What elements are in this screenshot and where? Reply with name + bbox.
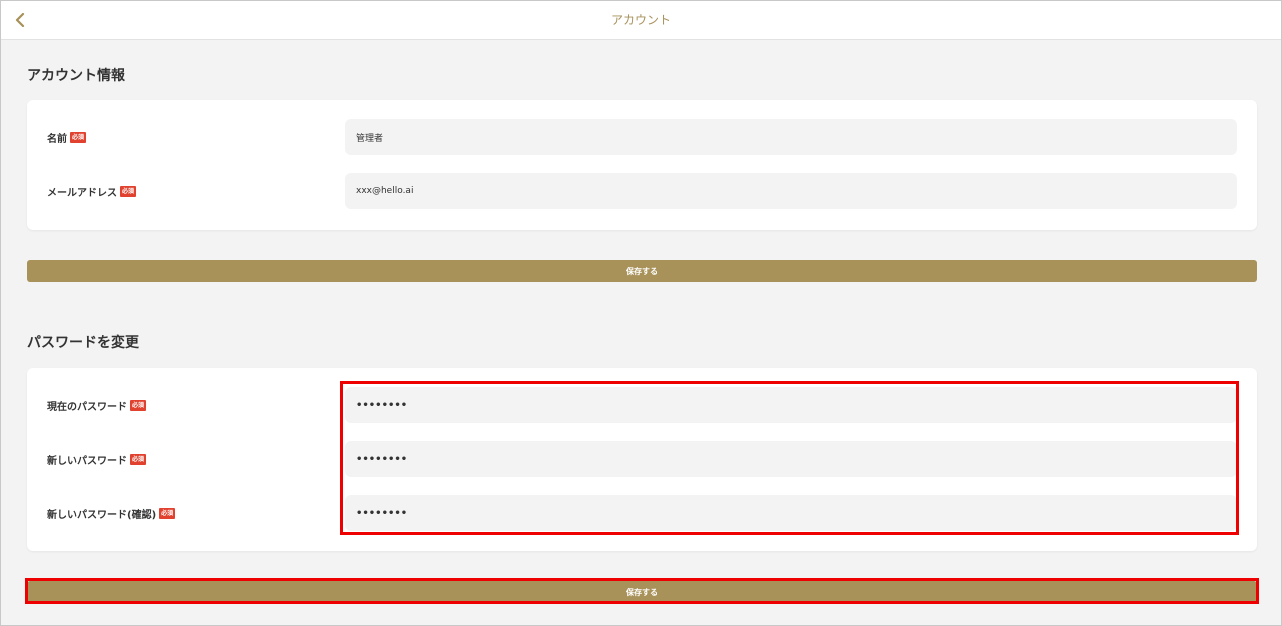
current-password-field[interactable]: •••••••• [345, 387, 1237, 423]
current-password-label: 現在のパスワード 必須 [47, 387, 147, 423]
required-badge: 必須 [120, 185, 137, 197]
email-label: メールアドレス 必須 [47, 173, 137, 209]
page-title: アカウント [610, 13, 671, 27]
new-password-label: 新しいパスワード 必須 [47, 441, 147, 477]
new-password-field[interactable]: •••••••• [345, 441, 1237, 477]
password-card: 現在のパスワード 必須 •••••••• 新しいパスワード 必須 •••••••… [27, 368, 1257, 551]
email-label-text: メールアドレス [47, 187, 117, 199]
section-title-password: パスワードを変更 [27, 335, 139, 351]
save-password-button[interactable]: 保存する [27, 581, 1257, 603]
required-badge: 必須 [70, 131, 87, 143]
confirm-password-row: 新しいパスワード(確認) 必須 •••••••• [27, 495, 1257, 531]
save-account-button[interactable]: 保存する [27, 260, 1257, 282]
app-window: アカウント アカウント情報 名前 必須 管理者 メールアドレス 必須 xxx@h… [0, 0, 1282, 626]
email-field[interactable]: xxx@hello.ai [345, 173, 1237, 209]
required-badge: 必須 [130, 399, 147, 411]
current-password-row: 現在のパスワード 必須 •••••••• [27, 387, 1257, 423]
name-row: 名前 必須 管理者 [27, 119, 1257, 155]
required-badge: 必須 [130, 453, 147, 465]
email-row: メールアドレス 必須 xxx@hello.ai [27, 173, 1257, 209]
name-label-text: 名前 [47, 133, 67, 145]
new-password-label-text: 新しいパスワード [47, 455, 127, 467]
name-label: 名前 必須 [47, 119, 87, 155]
current-password-label-text: 現在のパスワード [47, 401, 127, 413]
confirm-password-label-text: 新しいパスワード(確認) [47, 509, 157, 521]
section-title-account-info: アカウント情報 [27, 68, 125, 84]
name-field[interactable]: 管理者 [345, 119, 1237, 155]
header-bar: アカウント [1, 1, 1281, 40]
account-info-card: 名前 必須 管理者 メールアドレス 必須 xxx@hello.ai [27, 100, 1257, 230]
confirm-password-label: 新しいパスワード(確認) 必須 [47, 495, 176, 531]
new-password-row: 新しいパスワード 必須 •••••••• [27, 441, 1257, 477]
required-badge: 必須 [159, 507, 176, 519]
confirm-password-field[interactable]: •••••••• [345, 495, 1237, 531]
